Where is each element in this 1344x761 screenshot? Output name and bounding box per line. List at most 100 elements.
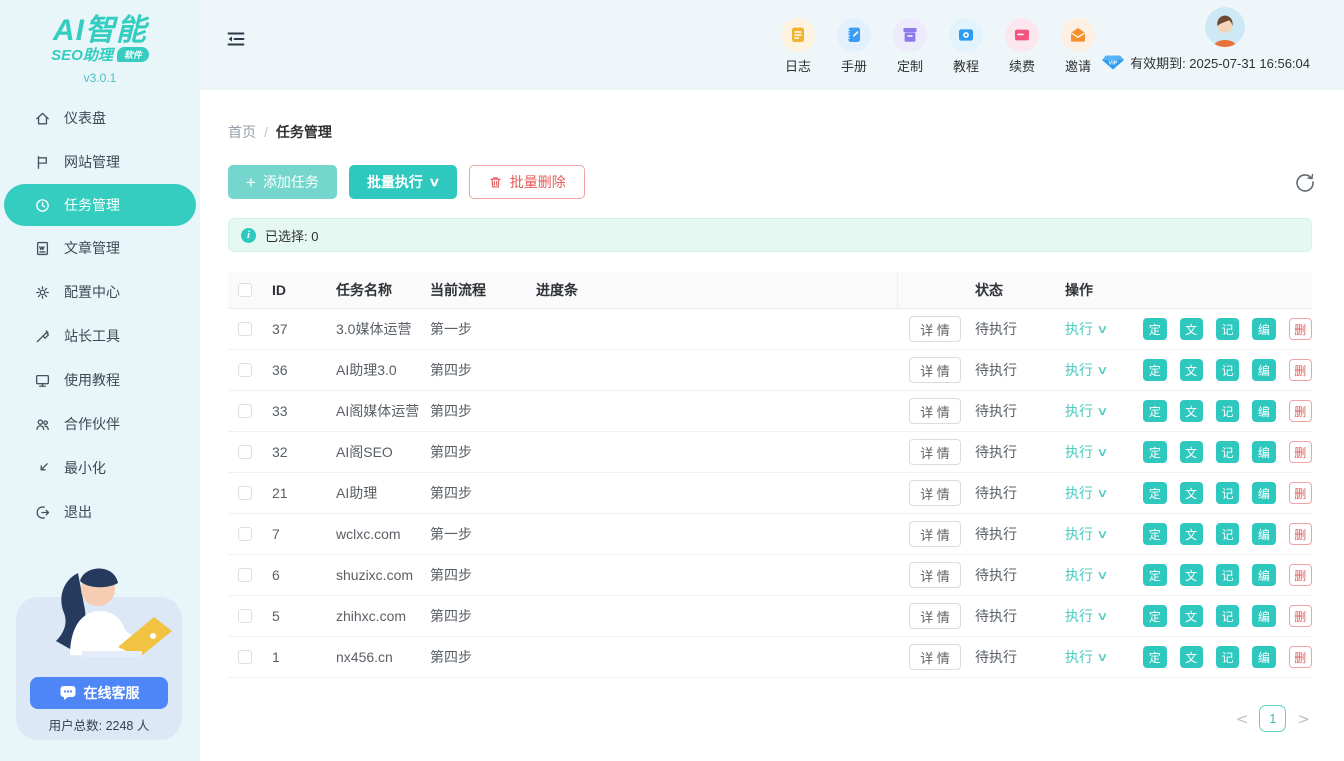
edit-button[interactable]: 编 [1252,564,1275,586]
edit-button[interactable]: 编 [1252,400,1275,422]
execute-dropdown[interactable]: 执行 ∨ [1065,483,1119,503]
add-task-button[interactable]: + 添加任务 [228,165,337,199]
row-checkbox[interactable] [238,486,252,500]
quick-link-3[interactable]: 教程 [946,18,986,75]
execute-dropdown[interactable]: 执行 ∨ [1065,606,1119,626]
quick-link-1[interactable]: 手册 [834,18,874,75]
article-button[interactable]: 文 [1180,564,1203,586]
record-button[interactable]: 记 [1216,441,1239,463]
sidebar-item-7[interactable]: 合作伙伴 [0,402,200,446]
article-button[interactable]: 文 [1180,523,1203,545]
schedule-button[interactable]: 定 [1143,441,1166,463]
execute-dropdown[interactable]: 执行 ∨ [1065,442,1119,462]
delete-button[interactable]: 删 [1289,564,1312,586]
delete-button[interactable]: 删 [1289,523,1312,545]
schedule-button[interactable]: 定 [1143,605,1166,627]
delete-button[interactable]: 删 [1289,318,1312,340]
sidebar-item-0[interactable]: 仪表盘 [0,96,200,140]
detail-button[interactable]: 详 情 [909,316,961,342]
record-button[interactable]: 记 [1216,646,1239,668]
article-button[interactable]: 文 [1180,646,1203,668]
sidebar-item-4[interactable]: 配置中心 [0,270,200,314]
delete-button[interactable]: 删 [1289,646,1312,668]
detail-button[interactable]: 详 情 [909,439,961,465]
detail-button[interactable]: 详 情 [909,603,961,629]
next-page-icon[interactable]: > [1297,710,1310,728]
edit-button[interactable]: 编 [1252,646,1275,668]
edit-button[interactable]: 编 [1252,359,1275,381]
schedule-button[interactable]: 定 [1143,523,1166,545]
prev-page-icon[interactable]: < [1236,710,1249,728]
row-checkbox[interactable] [238,527,252,541]
delete-button[interactable]: 删 [1289,359,1312,381]
detail-button[interactable]: 详 情 [909,357,961,383]
edit-button[interactable]: 编 [1252,523,1275,545]
detail-button[interactable]: 详 情 [909,521,961,547]
sidebar-item-5[interactable]: 站长工具 [0,314,200,358]
edit-button[interactable]: 编 [1252,441,1275,463]
article-button[interactable]: 文 [1180,318,1203,340]
detail-button[interactable]: 详 情 [909,480,961,506]
row-checkbox[interactable] [238,322,252,336]
detail-button[interactable]: 详 情 [909,644,961,670]
delete-button[interactable]: 删 [1289,441,1312,463]
quick-link-0[interactable]: 日志 [778,18,818,75]
article-button[interactable]: 文 [1180,359,1203,381]
execute-dropdown[interactable]: 执行 ∨ [1065,360,1119,380]
delete-button[interactable]: 删 [1289,482,1312,504]
schedule-button[interactable]: 定 [1143,400,1166,422]
row-checkbox[interactable] [238,404,252,418]
row-checkbox[interactable] [238,650,252,664]
edit-button[interactable]: 编 [1252,318,1275,340]
edit-button[interactable]: 编 [1252,605,1275,627]
article-button[interactable]: 文 [1180,400,1203,422]
article-button[interactable]: 文 [1180,482,1203,504]
row-checkbox[interactable] [238,445,252,459]
article-button[interactable]: 文 [1180,605,1203,627]
delete-button[interactable]: 删 [1289,605,1312,627]
batch-execute-button[interactable]: 批量执行 ∨ [349,165,457,199]
execute-dropdown[interactable]: 执行 ∨ [1065,647,1119,667]
detail-button[interactable]: 详 情 [909,398,961,424]
quick-link-4[interactable]: 续费 [1002,18,1042,75]
row-checkbox[interactable] [238,363,252,377]
sidebar-collapse-icon[interactable] [224,27,248,51]
sidebar-item-9[interactable]: 退出 [0,490,200,534]
delete-button[interactable]: 删 [1289,400,1312,422]
schedule-button[interactable]: 定 [1143,318,1166,340]
quick-link-5[interactable]: 邀请 [1058,18,1098,75]
record-button[interactable]: 记 [1216,359,1239,381]
breadcrumb-home[interactable]: 首页 [228,122,256,142]
record-button[interactable]: 记 [1216,605,1239,627]
row-checkbox[interactable] [238,609,252,623]
select-all-checkbox[interactable] [238,283,252,297]
record-button[interactable]: 记 [1216,564,1239,586]
sidebar-item-1[interactable]: 网站管理 [0,140,200,184]
execute-dropdown[interactable]: 执行 ∨ [1065,401,1119,421]
sidebar-item-2[interactable]: 任务管理 [4,184,196,226]
page-number[interactable]: 1 [1259,705,1286,732]
sidebar-item-6[interactable]: 使用教程 [0,358,200,402]
record-button[interactable]: 记 [1216,400,1239,422]
schedule-button[interactable]: 定 [1143,359,1166,381]
execute-dropdown[interactable]: 执行 ∨ [1065,319,1119,339]
batch-delete-button[interactable]: 批量删除 [469,165,585,199]
sidebar-item-8[interactable]: 最小化 [0,446,200,490]
schedule-button[interactable]: 定 [1143,482,1166,504]
schedule-button[interactable]: 定 [1143,646,1166,668]
refresh-icon[interactable] [1292,169,1318,195]
edit-button[interactable]: 编 [1252,482,1275,504]
article-button[interactable]: 文 [1180,441,1203,463]
online-support-button[interactable]: 在线客服 [30,677,168,709]
sidebar-item-3[interactable]: 文章管理 [0,226,200,270]
execute-dropdown[interactable]: 执行 ∨ [1065,565,1119,585]
record-button[interactable]: 记 [1216,318,1239,340]
schedule-button[interactable]: 定 [1143,564,1166,586]
record-button[interactable]: 记 [1216,482,1239,504]
quick-link-2[interactable]: 定制 [890,18,930,75]
execute-dropdown[interactable]: 执行 ∨ [1065,524,1119,544]
row-checkbox[interactable] [238,568,252,582]
record-button[interactable]: 记 [1216,523,1239,545]
avatar[interactable] [1205,7,1245,47]
detail-button[interactable]: 详 情 [909,562,961,588]
